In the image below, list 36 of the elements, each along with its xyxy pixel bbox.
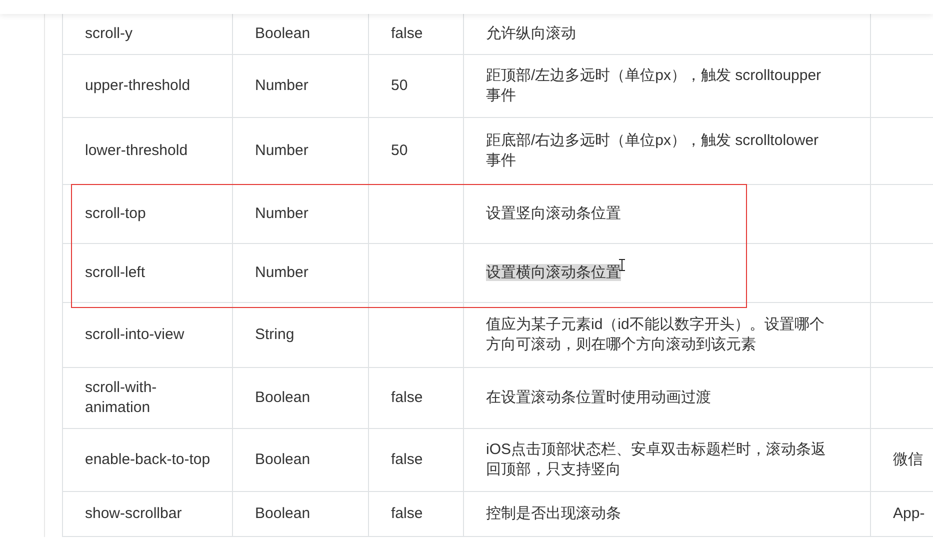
platform-text: 微信 [893, 450, 923, 470]
type-cell: Boolean [255, 24, 310, 44]
type-cell: Number [255, 141, 308, 161]
description-text: iOS点击顶部状态栏、安卓双击标题栏时，滚动条返回顶部，只支持竖向 [486, 441, 826, 478]
type-cell: Boolean [255, 450, 310, 470]
description-text: 设置横向滚动条位置 [486, 264, 621, 281]
default-value: false [391, 388, 423, 408]
type-cell: Number [255, 263, 308, 283]
property-name: scroll-left [85, 263, 146, 283]
description-text: 值应为某子元素id（id不能以数字开头）。设置哪个方向可滚动，则在哪个方向滚动到该元素 [486, 316, 824, 353]
description-text: 允许纵向滚动 [486, 25, 576, 42]
property-name: upper-threshold [85, 76, 190, 96]
type-cell: String [255, 325, 294, 345]
text-cursor-icon [619, 259, 625, 271]
type-cell: Number [255, 204, 308, 224]
description-text: 距顶部/左边多远时（单位px），触发 scrolltoupper 事件 [486, 67, 822, 104]
type-cell: Number [255, 76, 308, 96]
platform-text: App- [893, 504, 925, 524]
default-value: false [391, 24, 423, 44]
default-value: 50 [391, 76, 408, 96]
default-value: false [391, 450, 423, 470]
description-text: 在设置滚动条位置时使用动画过渡 [486, 389, 711, 406]
default-value: 50 [391, 141, 408, 161]
property-name: show-scrollbar [85, 504, 182, 524]
type-cell: Boolean [255, 388, 310, 408]
type-cell: Boolean [255, 504, 310, 524]
property-name: scroll-into-view [85, 325, 184, 345]
default-value: false [391, 504, 423, 524]
property-name: enable-back-to-top [85, 450, 210, 470]
property-name: scroll-y [85, 24, 132, 44]
description-text: 距底部/右边多远时（单位px），触发 scrolltolower 事件 [486, 132, 819, 169]
description-text: 设置竖向滚动条位置 [486, 205, 621, 222]
description-text: 控制是否出现滚动条 [486, 505, 621, 522]
property-name: lower-threshold [85, 141, 188, 161]
property-name: scroll-with-animation [85, 378, 158, 418]
property-name: scroll-top [85, 204, 146, 224]
